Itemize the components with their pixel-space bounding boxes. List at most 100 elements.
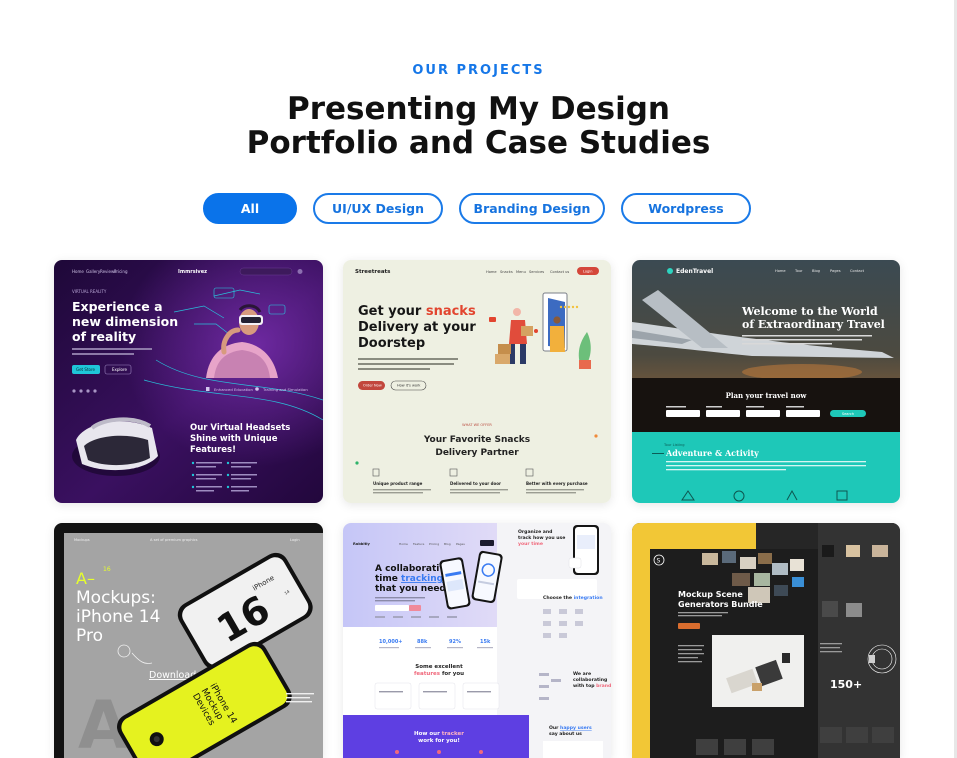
- app-right-choose: Choose the integration: [543, 595, 603, 601]
- travel-section-eyebrow: Tour Listing: [663, 443, 685, 447]
- travel-search-label: Search: [842, 412, 854, 416]
- app-stat-3: 92%: [449, 639, 461, 645]
- svg-text:Contact us: Contact us: [550, 270, 569, 274]
- svg-text:Feature: Feature: [413, 542, 424, 546]
- snacks-hero-line-3: Doorstep: [358, 336, 425, 351]
- snacks-feature-1: Unique product range: [373, 481, 423, 486]
- app-email-submit[interactable]: [409, 605, 421, 611]
- app-stat-1: 10,000+: [379, 639, 402, 645]
- section-title-line-2: Portfolio and Case Studies: [246, 125, 711, 161]
- travel-nav-pages[interactable]: Pages: [830, 269, 841, 273]
- svg-text:Home: Home: [486, 270, 497, 274]
- iphone-title-line-1: Mockups:: [76, 588, 156, 608]
- app-stat-2: 88k: [417, 639, 428, 645]
- travel-plan-title: Plan your travel now: [726, 391, 808, 400]
- svg-text:Mockups: Mockups: [74, 538, 90, 542]
- iphone-mark: A–: [76, 569, 95, 588]
- vr-get-store-label: Get Store: [76, 367, 96, 372]
- app-bottom-1a: How our: [414, 731, 442, 737]
- svg-text:Pages: Pages: [456, 542, 465, 546]
- app-hero-2a: time: [375, 574, 401, 584]
- project-card-snacks[interactable]: Streetreats Home Snacks Menu Services Contac…: [343, 260, 611, 503]
- svg-text:Pricing: Pricing: [429, 542, 439, 546]
- app-features-2b: for you: [440, 671, 464, 677]
- mockup-title-line-1: Mockup Scene: [678, 590, 743, 599]
- travel-nav-home[interactable]: Home: [775, 269, 786, 273]
- section-title: Presenting My Design Portfolio and Case …: [0, 92, 957, 160]
- vr-tag-1: Enhanced Education: [214, 387, 253, 392]
- travel-duration-field[interactable]: [706, 410, 740, 417]
- mockup-title-line-2: Generators Bundle: [678, 600, 763, 609]
- app-reviews-2: say about us: [549, 731, 582, 737]
- snacks-login-label: Login: [583, 270, 592, 274]
- iphone-title-line-3: Pro: [76, 626, 103, 646]
- project-card-travel[interactable]: EdenTravel Home Tour Blog Pages Contact …: [632, 260, 900, 503]
- project-card-vr[interactable]: Home Gallery Reviews Pricing Immrsivez VIRT…: [54, 260, 323, 503]
- vr-hero-line-2: new dimension: [72, 314, 178, 329]
- travel-nav-blog[interactable]: Blog: [812, 269, 820, 273]
- vr-section-line-2: Shine with Unique: [190, 434, 278, 444]
- svg-text:Gallery: Gallery: [86, 269, 101, 274]
- filter-all-button[interactable]: All: [203, 193, 297, 224]
- filter-tabs: All UI/UX Design Branding Design Wordpre…: [203, 193, 751, 224]
- snacks-hero-line-2: Delivery at your: [358, 320, 476, 335]
- travel-hero-line-1: Welcome to the World: [741, 305, 878, 318]
- iphone-super: 16: [103, 566, 111, 573]
- snacks-feature-3: Better with every purchase: [526, 481, 588, 486]
- snacks-feature-2: Delivered to your door: [450, 481, 501, 486]
- vr-tag-2: Training and Simulation: [262, 387, 308, 392]
- vr-hero-line-3: of reality: [72, 329, 136, 344]
- vr-explore-label: Explore: [112, 367, 128, 372]
- section-title-line-1: Presenting My Design: [286, 91, 671, 127]
- travel-section-title: Adventure & Activity: [665, 448, 759, 458]
- app-bottom-line-2: work for you!: [418, 738, 460, 744]
- app-preview: Rabbitly Home Feature Pricing Blog Pages A c…: [343, 523, 611, 758]
- snacks-hero-1b: snacks: [426, 304, 476, 319]
- travel-checkout-field[interactable]: [786, 410, 820, 417]
- svg-text:Blog: Blog: [444, 542, 451, 546]
- app-reviews-1b: happy users: [560, 725, 592, 731]
- app-collab-3a: with top: [573, 683, 596, 689]
- section-eyebrow: OUR PROJECTS: [412, 63, 545, 78]
- app-right-title-1: Organize and: [518, 529, 552, 535]
- project-card-app[interactable]: Rabbitly Home Feature Pricing Blog Pages A c…: [343, 523, 611, 758]
- app-collab-3b: brands: [596, 683, 611, 689]
- snacks-how-label: How it's work: [397, 384, 421, 388]
- iphone-preview: Mockups A set of premium graphics Login A–…: [54, 523, 323, 758]
- travel-brand: EdenTravel: [676, 268, 713, 275]
- portfolio-section: OUR PROJECTS Presenting My Design Portfo…: [0, 0, 957, 758]
- travel-preview: EdenTravel Home Tour Blog Pages Contact …: [632, 260, 900, 503]
- snacks-section-line-2: Delivery Partner: [435, 448, 519, 458]
- snacks-brand: Streetreats: [355, 269, 391, 275]
- app-right-choose-b: integration: [574, 595, 603, 601]
- project-card-iphone[interactable]: Mockups A set of premium graphics Login A–…: [54, 523, 323, 758]
- svg-text:Login: Login: [290, 538, 300, 542]
- app-reviews-1a: Our: [549, 725, 560, 731]
- svg-text:Snacks: Snacks: [500, 270, 513, 274]
- app-email-field[interactable]: [375, 605, 409, 611]
- snacks-hero-1a: Get your: [358, 304, 426, 319]
- app-right-title-3: your time: [518, 541, 543, 547]
- vr-preview: Home Gallery ReviewsPricing Immrsivez VIRT…: [54, 260, 323, 503]
- filter-wordpress-button[interactable]: Wordpress: [621, 193, 751, 224]
- vr-eyebrow: VIRTUAL REALITY: [72, 289, 107, 294]
- filter-branding-button[interactable]: Branding Design: [459, 193, 605, 224]
- svg-text:Pricing: Pricing: [114, 269, 128, 274]
- travel-destination-field[interactable]: [666, 410, 700, 417]
- app-features-line-2: features for you: [414, 671, 464, 677]
- app-collab-3: with top brands: [573, 683, 611, 689]
- app-hero-line-2: time tracking: [375, 574, 443, 584]
- snacks-section-line-1: Your Favorite Snacks: [423, 435, 530, 445]
- svg-text:Services: Services: [529, 270, 544, 274]
- travel-hero-line-2: of Extraordinary Travel: [742, 318, 885, 331]
- travel-nav-tour[interactable]: Tour: [794, 269, 803, 273]
- snacks-preview: Streetreats Home Snacks Menu Services Contac…: [343, 260, 611, 503]
- mockup-logo: S: [657, 558, 661, 565]
- travel-checkin-field[interactable]: [746, 410, 780, 417]
- project-card-mockup[interactable]: S Mockup Scene Generators Bundle 150+: [632, 523, 900, 758]
- app-hero-line-3: that you need: [375, 584, 446, 594]
- vr-brand: Immrsivez: [178, 269, 207, 275]
- filter-uiux-button[interactable]: UI/UX Design: [313, 193, 443, 224]
- travel-nav-contact[interactable]: Contact: [850, 269, 865, 273]
- mockup-cta-button[interactable]: [678, 623, 700, 629]
